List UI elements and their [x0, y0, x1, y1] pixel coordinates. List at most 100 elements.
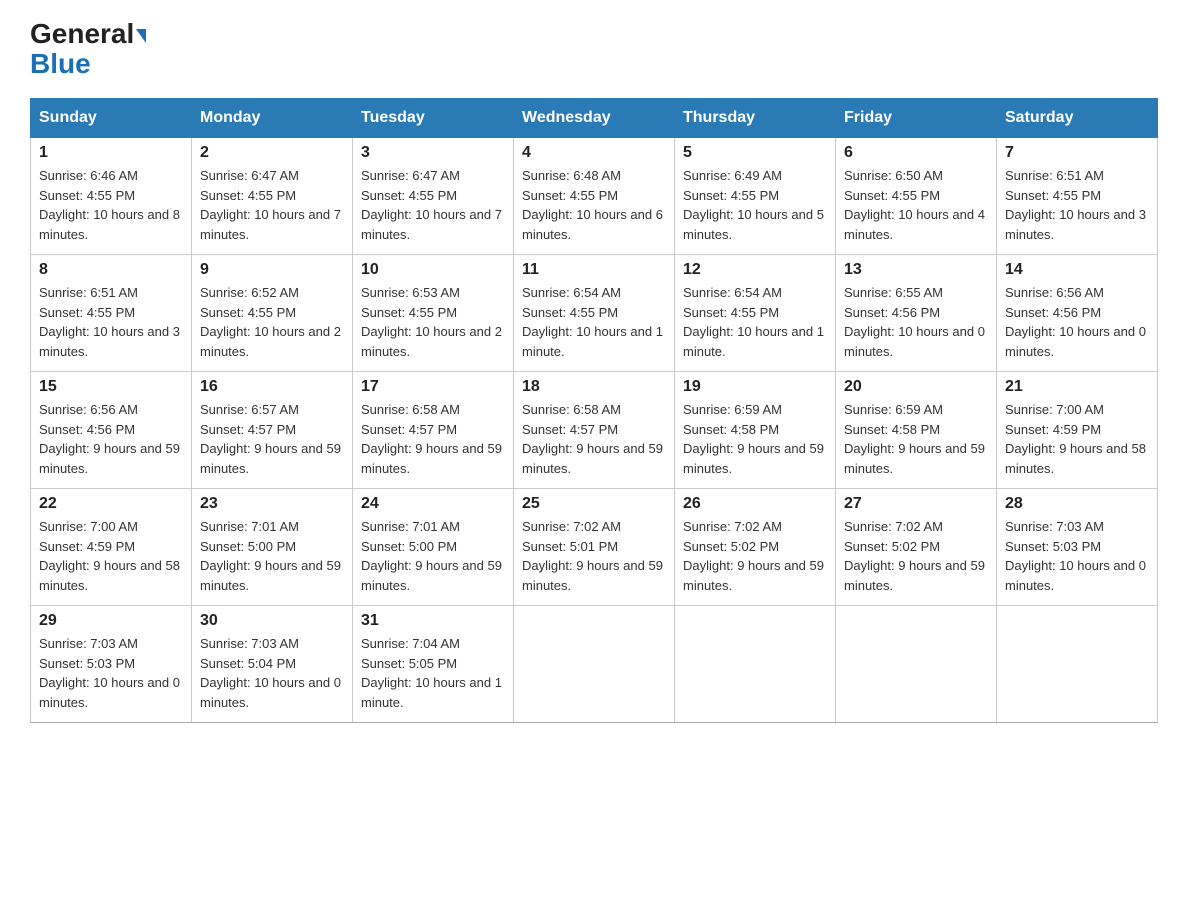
day-info: Sunrise: 6:47 AMSunset: 4:55 PMDaylight:…: [200, 166, 344, 244]
logo-general: General: [30, 20, 146, 48]
day-number: 26: [683, 495, 827, 513]
day-info: Sunrise: 7:02 AMSunset: 5:02 PMDaylight:…: [683, 517, 827, 595]
day-number: 2: [200, 144, 344, 162]
day-number: 6: [844, 144, 988, 162]
calendar-table: SundayMondayTuesdayWednesdayThursdayFrid…: [30, 98, 1158, 723]
calendar-cell: 2 Sunrise: 6:47 AMSunset: 4:55 PMDaylight…: [192, 138, 353, 255]
day-info: Sunrise: 7:02 AMSunset: 5:01 PMDaylight:…: [522, 517, 666, 595]
day-number: 4: [522, 144, 666, 162]
logo: General Blue: [30, 20, 146, 78]
day-number: 12: [683, 261, 827, 279]
calendar-week-row: 15 Sunrise: 6:56 AMSunset: 4:56 PMDayligh…: [31, 372, 1158, 489]
calendar-cell: 9 Sunrise: 6:52 AMSunset: 4:55 PMDaylight…: [192, 255, 353, 372]
day-info: Sunrise: 6:59 AMSunset: 4:58 PMDaylight:…: [683, 400, 827, 478]
day-info: Sunrise: 6:47 AMSunset: 4:55 PMDaylight:…: [361, 166, 505, 244]
day-info: Sunrise: 6:54 AMSunset: 4:55 PMDaylight:…: [683, 283, 827, 361]
day-info: Sunrise: 7:04 AMSunset: 5:05 PMDaylight:…: [361, 634, 505, 712]
day-number: 3: [361, 144, 505, 162]
day-info: Sunrise: 7:03 AMSunset: 5:03 PMDaylight:…: [1005, 517, 1149, 595]
calendar-cell: 28 Sunrise: 7:03 AMSunset: 5:03 PMDayligh…: [997, 489, 1158, 606]
day-number: 8: [39, 261, 183, 279]
calendar-cell: 17 Sunrise: 6:58 AMSunset: 4:57 PMDayligh…: [353, 372, 514, 489]
day-number: 15: [39, 378, 183, 396]
calendar-header-wednesday: Wednesday: [514, 99, 675, 138]
calendar-header-row: SundayMondayTuesdayWednesdayThursdayFrid…: [31, 99, 1158, 138]
day-info: Sunrise: 6:58 AMSunset: 4:57 PMDaylight:…: [522, 400, 666, 478]
calendar-cell: 24Sunrise: 7:01 AMSunset: 5:00 PMDayligh…: [353, 489, 514, 606]
calendar-header-friday: Friday: [836, 99, 997, 138]
day-info: Sunrise: 6:49 AMSunset: 4:55 PMDaylight:…: [683, 166, 827, 244]
calendar-cell: 7Sunrise: 6:51 AMSunset: 4:55 PMDaylight…: [997, 138, 1158, 255]
calendar-header-sunday: Sunday: [31, 99, 192, 138]
day-info: Sunrise: 6:51 AMSunset: 4:55 PMDaylight:…: [39, 283, 183, 361]
calendar-cell: 20Sunrise: 6:59 AMSunset: 4:58 PMDayligh…: [836, 372, 997, 489]
day-info: Sunrise: 6:52 AMSunset: 4:55 PMDaylight:…: [200, 283, 344, 361]
day-number: 21: [1005, 378, 1149, 396]
day-number: 16: [200, 378, 344, 396]
day-info: Sunrise: 6:51 AMSunset: 4:55 PMDaylight:…: [1005, 166, 1149, 244]
calendar-cell: 22Sunrise: 7:00 AMSunset: 4:59 PMDayligh…: [31, 489, 192, 606]
day-number: 20: [844, 378, 988, 396]
calendar-header-tuesday: Tuesday: [353, 99, 514, 138]
day-info: Sunrise: 6:53 AMSunset: 4:55 PMDaylight:…: [361, 283, 505, 361]
calendar-cell: 15 Sunrise: 6:56 AMSunset: 4:56 PMDayligh…: [31, 372, 192, 489]
calendar-week-row: 22Sunrise: 7:00 AMSunset: 4:59 PMDayligh…: [31, 489, 1158, 606]
calendar-cell: 1 Sunrise: 6:46 AMSunset: 4:55 PMDaylight…: [31, 138, 192, 255]
day-info: Sunrise: 6:57 AMSunset: 4:57 PMDaylight:…: [200, 400, 344, 478]
calendar-cell: 5 Sunrise: 6:49 AMSunset: 4:55 PMDaylight…: [675, 138, 836, 255]
calendar-cell: [997, 606, 1158, 723]
day-info: Sunrise: 6:50 AMSunset: 4:55 PMDaylight:…: [844, 166, 988, 244]
day-number: 13: [844, 261, 988, 279]
day-number: 19: [683, 378, 827, 396]
calendar-cell: 4 Sunrise: 6:48 AMSunset: 4:55 PMDaylight…: [514, 138, 675, 255]
day-info: Sunrise: 6:56 AMSunset: 4:56 PMDaylight:…: [1005, 283, 1149, 361]
day-number: 11: [522, 261, 666, 279]
calendar-cell: 13Sunrise: 6:55 AMSunset: 4:56 PMDayligh…: [836, 255, 997, 372]
calendar-cell: 25 Sunrise: 7:02 AMSunset: 5:01 PMDayligh…: [514, 489, 675, 606]
day-number: 22: [39, 495, 183, 513]
calendar-cell: 8 Sunrise: 6:51 AMSunset: 4:55 PMDaylight…: [31, 255, 192, 372]
page-header: General Blue: [30, 20, 1158, 78]
day-info: Sunrise: 7:00 AMSunset: 4:59 PMDaylight:…: [1005, 400, 1149, 478]
calendar-week-row: 8 Sunrise: 6:51 AMSunset: 4:55 PMDaylight…: [31, 255, 1158, 372]
calendar-cell: 31 Sunrise: 7:04 AMSunset: 5:05 PMDayligh…: [353, 606, 514, 723]
calendar-cell: 23 Sunrise: 7:01 AMSunset: 5:00 PMDayligh…: [192, 489, 353, 606]
calendar-header-thursday: Thursday: [675, 99, 836, 138]
calendar-cell: 18 Sunrise: 6:58 AMSunset: 4:57 PMDayligh…: [514, 372, 675, 489]
day-number: 10: [361, 261, 505, 279]
day-number: 27: [844, 495, 988, 513]
calendar-cell: [675, 606, 836, 723]
day-info: Sunrise: 7:03 AMSunset: 5:04 PMDaylight:…: [200, 634, 344, 712]
day-number: 14: [1005, 261, 1149, 279]
day-number: 5: [683, 144, 827, 162]
calendar-cell: 6 Sunrise: 6:50 AMSunset: 4:55 PMDaylight…: [836, 138, 997, 255]
calendar-cell: 27 Sunrise: 7:02 AMSunset: 5:02 PMDayligh…: [836, 489, 997, 606]
calendar-cell: 26 Sunrise: 7:02 AMSunset: 5:02 PMDayligh…: [675, 489, 836, 606]
day-info: Sunrise: 7:03 AMSunset: 5:03 PMDaylight:…: [39, 634, 183, 712]
day-number: 9: [200, 261, 344, 279]
day-info: Sunrise: 6:46 AMSunset: 4:55 PMDaylight:…: [39, 166, 183, 244]
day-info: Sunrise: 7:02 AMSunset: 5:02 PMDaylight:…: [844, 517, 988, 595]
day-info: Sunrise: 6:58 AMSunset: 4:57 PMDaylight:…: [361, 400, 505, 478]
day-number: 25: [522, 495, 666, 513]
calendar-cell: 29 Sunrise: 7:03 AMSunset: 5:03 PMDayligh…: [31, 606, 192, 723]
day-number: 31: [361, 612, 505, 630]
day-number: 17: [361, 378, 505, 396]
day-number: 28: [1005, 495, 1149, 513]
day-number: 29: [39, 612, 183, 630]
day-info: Sunrise: 6:56 AMSunset: 4:56 PMDaylight:…: [39, 400, 183, 478]
calendar-cell: 3 Sunrise: 6:47 AMSunset: 4:55 PMDaylight…: [353, 138, 514, 255]
calendar-cell: 16 Sunrise: 6:57 AMSunset: 4:57 PMDayligh…: [192, 372, 353, 489]
calendar-header-saturday: Saturday: [997, 99, 1158, 138]
day-info: Sunrise: 7:01 AMSunset: 5:00 PMDaylight:…: [361, 517, 505, 595]
day-info: Sunrise: 7:01 AMSunset: 5:00 PMDaylight:…: [200, 517, 344, 595]
calendar-cell: [836, 606, 997, 723]
logo-blue: Blue: [30, 50, 91, 78]
day-number: 30: [200, 612, 344, 630]
day-number: 18: [522, 378, 666, 396]
day-number: 1: [39, 144, 183, 162]
calendar-cell: [514, 606, 675, 723]
day-number: 23: [200, 495, 344, 513]
calendar-cell: 14 Sunrise: 6:56 AMSunset: 4:56 PMDayligh…: [997, 255, 1158, 372]
day-info: Sunrise: 6:48 AMSunset: 4:55 PMDaylight:…: [522, 166, 666, 244]
